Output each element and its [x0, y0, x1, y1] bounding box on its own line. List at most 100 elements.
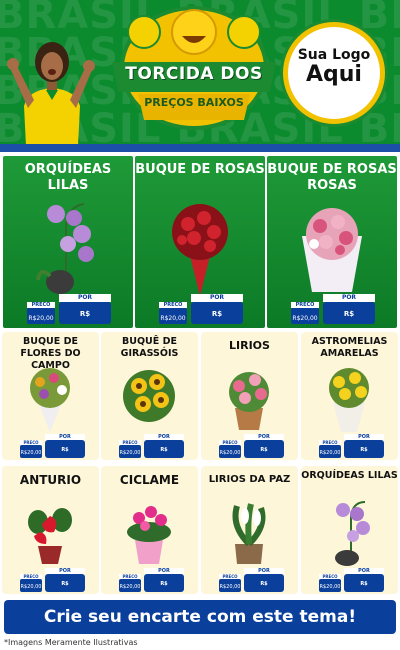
new-price-label: POR	[144, 434, 184, 440]
product-card[interactable]: BUQUE DE ROSAS ROSAS PRECO R$20,00 POR R…	[267, 156, 397, 343]
fan-illustration	[7, 42, 95, 146]
old-price-value: 20,00	[326, 450, 341, 456]
product-card[interactable]: ORQUÍDEAS LILAS PRECO R$20,00 POR R$ 10,…	[3, 156, 133, 343]
new-price-label: POR	[191, 294, 243, 302]
price-block: PRECO R$20,00 POR R$ 10,00	[219, 434, 284, 473]
old-price-tag: PRECO R$20,00	[119, 440, 141, 458]
new-price-currency: R$	[61, 447, 69, 453]
old-price-tag: PRECO R$20,00	[20, 440, 42, 458]
new-price-label: POR	[344, 568, 384, 574]
old-price-value: 20,00	[126, 584, 141, 590]
old-price-label: PRECO	[291, 302, 319, 308]
product-name: ASTROMELIAS AMARELAS	[311, 336, 388, 359]
new-price-currency: R$	[79, 310, 91, 318]
new-price-tag: POR R$ 10,00	[144, 568, 184, 607]
old-price-label: PRECO	[159, 302, 187, 308]
logo-placeholder[interactable]: Sua Logo Aqui	[283, 22, 385, 124]
cta-banner[interactable]: Crie seu encarte com este tema!	[4, 600, 396, 634]
old-price-tag: PRECO R$20,00	[219, 440, 241, 458]
product-name: BUQUÊ DE GIRASSÓIS	[120, 336, 179, 359]
old-price-tag: PRECO R$20,00	[20, 574, 42, 592]
old-price-tag: PRECO R$20,00	[291, 302, 319, 324]
new-price-tag: POR R$ 10,00	[323, 294, 375, 343]
title-line-2: PREÇOS BAIXOS	[144, 96, 244, 109]
old-price-value: 20,00	[326, 584, 341, 590]
wildflower-bouquet-image	[30, 368, 70, 432]
footer-note: *Imagens Meramente Ilustrativas	[4, 638, 138, 647]
new-price-currency: R$	[343, 310, 355, 318]
product-name: LIRIOS	[229, 339, 270, 352]
new-price-label: POR	[45, 434, 85, 440]
product-card[interactable]: ORQUÍDEAS LILAS PRECO R$20,00 POR R$ 10,…	[301, 466, 398, 607]
new-price-label: POR	[144, 568, 184, 574]
new-price-currency: R$	[260, 581, 268, 587]
pink-rose-bouquet-image	[302, 208, 362, 292]
new-price-label: POR	[244, 434, 284, 440]
new-price-tag: POR R$ 10,00	[59, 294, 111, 343]
old-price-tag: PRECO R$20,00	[319, 440, 341, 458]
product-name: ANTURIO	[19, 473, 82, 487]
new-price-currency: R$	[160, 581, 168, 587]
sunflower-bouquet-image	[123, 370, 175, 422]
new-price-tag: POR R$ 10,00	[45, 568, 85, 607]
old-price-label: PRECO	[219, 574, 241, 579]
orchid-image	[335, 501, 370, 566]
logo-text-line-2: Aqui	[306, 62, 362, 87]
new-price-label: POR	[45, 568, 85, 574]
old-price-label: PRECO	[20, 574, 42, 579]
old-price-value: 20,00	[226, 584, 241, 590]
old-price-label: PRECO	[27, 302, 55, 308]
new-price-tag: POR R$ 10,00	[244, 568, 284, 607]
price-block: PRECO R$ 20,00 POR R$ 10,00	[119, 568, 184, 607]
new-price-tag: POR R$ 10,00	[244, 434, 284, 473]
old-price-value: 20,00	[126, 450, 141, 456]
orchid-image	[36, 203, 94, 294]
new-price-label: POR	[59, 294, 111, 302]
old-price-tag: PRECO R$20,00	[159, 302, 187, 324]
old-price-value: 20,00	[27, 584, 42, 590]
old-price-label: PRECO	[319, 574, 341, 579]
product-name: ORQUÍDEAS LILAS	[301, 470, 398, 481]
banner-stripe	[0, 144, 400, 152]
price-block: PRECO R$20,00 POR R$ 10,00	[291, 294, 375, 343]
new-price-currency: R$	[160, 447, 168, 453]
new-price-tag: POR R$ 10,00	[344, 434, 384, 473]
new-price-label: POR	[323, 294, 375, 302]
header-banner: BRASIL BRASIL BRASIL BRASIL BRASIL BRASI…	[0, 0, 400, 152]
product-card[interactable]: BUQUE DE ROSAS PRECO R$20,00 POR R$ 10,0…	[135, 156, 265, 343]
new-price-tag: POR R$ 10,00	[191, 294, 243, 343]
old-price-label: PRECO	[319, 440, 341, 445]
old-price-value: 20,00	[226, 450, 241, 456]
new-price-currency: R$	[360, 447, 368, 453]
anthurium-image	[28, 508, 72, 564]
product-name: BUQUE DE ROSAS ROSAS	[267, 162, 397, 193]
new-price-label: POR	[344, 434, 384, 440]
old-price-tag: PRECO R$20,00	[27, 302, 55, 324]
product-card[interactable]: ANTURIO PRECO R$20,00 POR R$ 10,00	[2, 466, 99, 607]
new-price-currency: R$	[360, 581, 368, 587]
price-block: PRECO R$ 20,00 POR R$ 10,00	[219, 568, 284, 607]
price-block: PRECO R$20,00 POR R$ 10,00	[319, 568, 384, 607]
peace-lily-image	[232, 503, 266, 564]
product-card[interactable]: CICLAME PRECO R$ 20,00 POR R$ 10,00	[101, 466, 198, 607]
product-name: ORQUÍDEAS LILAS	[24, 162, 112, 193]
lily-arrangement-image	[229, 372, 269, 430]
product-card[interactable]: BUQUÊ DE GIRASSÓIS PRECO R$20,00 POR R$ …	[101, 332, 198, 473]
product-name: BUQUE DE ROSAS	[135, 162, 265, 177]
price-block: PRECO R$20,00 POR R$ 10,00	[319, 434, 384, 473]
alstroemeria-bouquet-image	[329, 368, 369, 432]
product-card[interactable]: LIRIOS DA PAZ PRECO R$ 20,00 POR R$ 10,00	[201, 466, 298, 607]
product-name: CICLAME	[119, 473, 180, 487]
price-block: PRECO R$20,00 POR R$ 10,00	[20, 434, 85, 473]
logo-text-line-1: Sua Logo	[297, 47, 371, 63]
new-price-currency: R$	[260, 447, 268, 453]
old-price-label: PRECO	[119, 574, 141, 579]
product-card[interactable]: BUQUE DE FLORES DO CAMPO PRECO R$20,00 P…	[2, 332, 99, 473]
product-card[interactable]: LIRIOS PRECO R$20,00 POR R$ 10,00	[201, 332, 298, 473]
old-price-label: PRECO	[119, 440, 141, 445]
product-card[interactable]: ASTROMELIAS AMARELAS PRECO R$20,00 POR R…	[301, 332, 398, 473]
rose-bouquet-image	[172, 204, 228, 296]
new-price-currency: R$	[61, 581, 69, 587]
product-name: LIRIOS DA PAZ	[208, 474, 291, 485]
new-price-label: POR	[244, 568, 284, 574]
